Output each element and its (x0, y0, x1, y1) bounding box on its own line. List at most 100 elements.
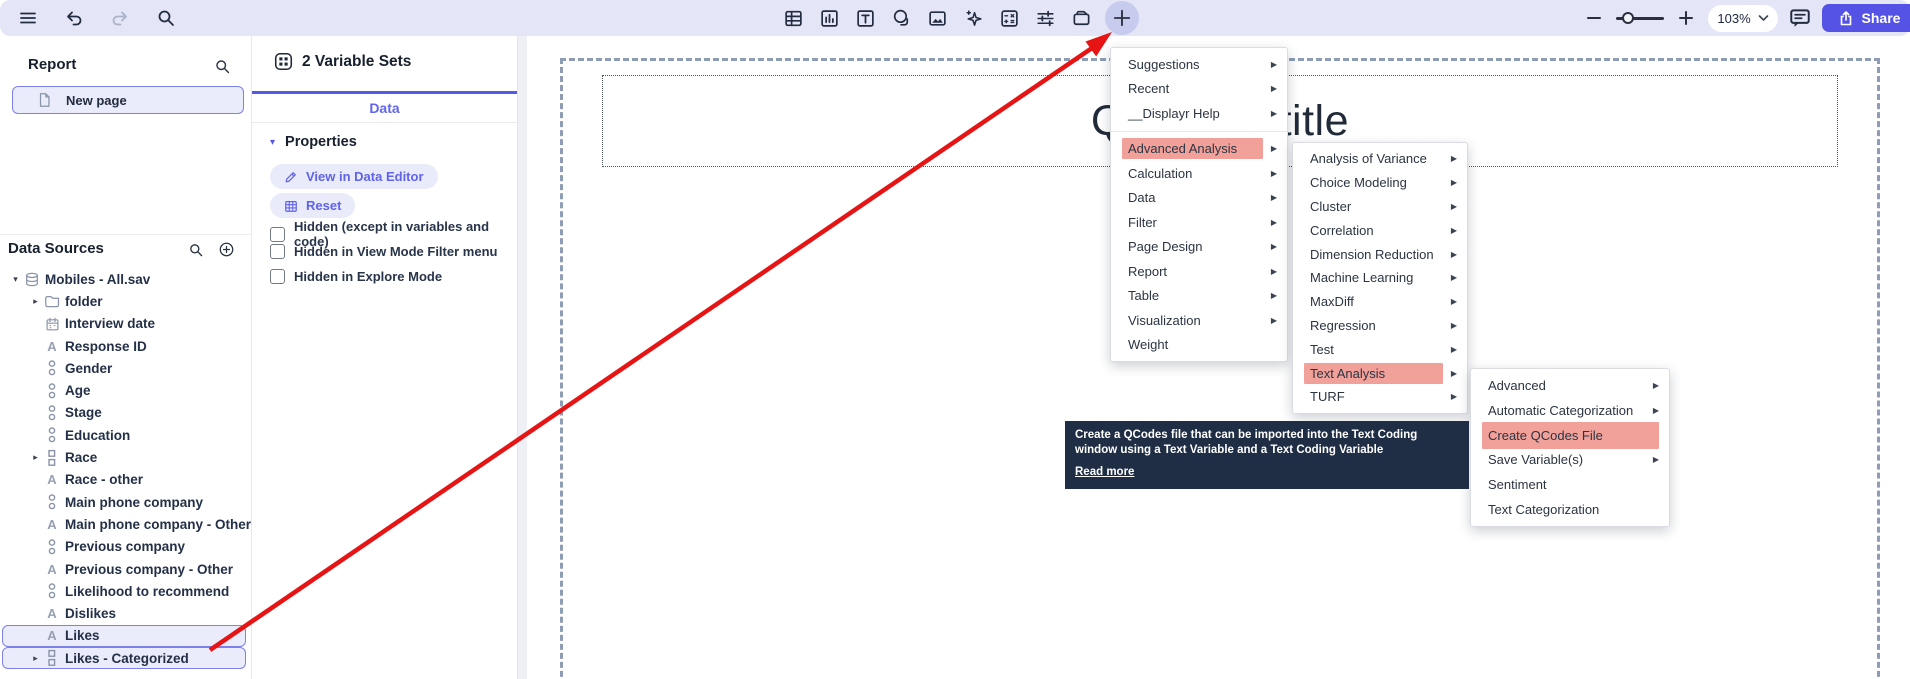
tree-item-race-other[interactable]: A Race - other (2, 469, 246, 491)
expander-right-icon[interactable]: ▸ (29, 296, 42, 307)
submenu-arrow-icon: ▶ (1270, 59, 1277, 69)
menu-item-label: Report (1128, 263, 1168, 279)
menu-item-regression[interactable]: Regression ▶ (1293, 314, 1467, 338)
tree-item-race[interactable]: ▸ Race (2, 446, 246, 468)
menu-item-machine-learning[interactable]: Machine Learning ▶ (1293, 266, 1467, 290)
tree-item-likelihood-to-recommend[interactable]: Likelihood to recommend (2, 580, 246, 602)
submenu-arrow-icon: ▶ (1270, 242, 1277, 252)
menu-item-save-variable-s[interactable]: Save Variable(s) ▶ (1471, 447, 1669, 472)
undo-icon[interactable] (62, 6, 86, 30)
menu-item-table[interactable]: Table ▶ (1111, 284, 1287, 309)
data-sources-add-icon[interactable] (218, 241, 235, 263)
tree-item-label: Gender (65, 360, 113, 376)
menu-item-filter[interactable]: Filter ▶ (1111, 210, 1287, 235)
menu-item-text-analysis[interactable]: Text Analysis ▶ (1293, 361, 1467, 385)
tree-item-dislikes[interactable]: A Dislikes (2, 602, 246, 624)
insert-table-icon[interactable] (781, 6, 805, 30)
comments-icon[interactable] (1788, 6, 1812, 30)
tree-item-label: Dislikes (65, 606, 117, 622)
menu-item-maxdiff[interactable]: MaxDiff ▶ (1293, 290, 1467, 314)
insert-text-icon[interactable] (853, 6, 877, 30)
menu-item-displayr-help[interactable]: __Displayr Help ▶ (1111, 101, 1287, 126)
menu-item-sentiment[interactable]: Sentiment (1471, 472, 1669, 497)
redo-icon[interactable] (108, 6, 132, 30)
menu-item-cluster[interactable]: Cluster ▶ (1293, 195, 1467, 219)
expander-right-icon[interactable]: ▸ (29, 452, 42, 463)
properties-label: Properties (285, 134, 357, 150)
menu-item-calculation[interactable]: Calculation ▶ (1111, 161, 1287, 186)
menu-item-suggestions[interactable]: Suggestions ▶ (1111, 52, 1287, 77)
share-button[interactable]: Share (1822, 4, 1910, 32)
hamburger-menu-icon[interactable] (16, 6, 40, 30)
view-in-data-editor-button[interactable]: View in Data Editor (270, 164, 438, 189)
calculator-icon[interactable] (997, 6, 1021, 30)
tree-item-previous-company[interactable]: Previous company (2, 536, 246, 558)
submenu-arrow-icon: ▶ (1270, 168, 1277, 178)
menu-item-data[interactable]: Data ▶ (1111, 186, 1287, 211)
tab-data[interactable]: Data (252, 100, 517, 116)
tree-item-mobiles-all-sav[interactable]: ▾ Mobiles - All.sav (2, 268, 246, 290)
add-plus-icon[interactable] (1105, 1, 1139, 35)
tree-item-stage[interactable]: Stage (2, 402, 246, 424)
menu-item-analysis-of-variance[interactable]: Analysis of Variance ▶ (1293, 147, 1467, 171)
zoom-level-dropdown[interactable]: 103% (1708, 4, 1778, 32)
zoom-slider[interactable] (1616, 11, 1664, 24)
tree-item-main-phone-company[interactable]: Main phone company (2, 491, 246, 513)
search-icon[interactable] (154, 6, 178, 30)
menu-item-label: Choice Modeling (1310, 175, 1407, 191)
menu-item-advanced-analysis[interactable]: Advanced Analysis ▶ (1111, 137, 1287, 162)
expander-right-icon[interactable]: ▸ (29, 653, 42, 664)
report-search-icon[interactable] (214, 58, 231, 80)
menu-item-visualization[interactable]: Visualization ▶ (1111, 308, 1287, 333)
checkbox-icon[interactable] (270, 226, 285, 242)
tree-item-previous-company-other[interactable]: A Previous company - Other (2, 558, 246, 580)
menu-item-dimension-reduction[interactable]: Dimension Reduction ▶ (1293, 242, 1467, 266)
menu-item-create-qcodes-file[interactable]: Create QCodes File (1471, 421, 1669, 449)
menu-item-choice-modeling[interactable]: Choice Modeling ▶ (1293, 171, 1467, 195)
menu-item-correlation[interactable]: Correlation ▶ (1293, 218, 1467, 242)
tree-item-gender[interactable]: Gender (2, 357, 246, 379)
tree-item-interview-date[interactable]: Interview date (2, 313, 246, 335)
menu-item-automatic-categorization[interactable]: Automatic Categorization ▶ (1471, 398, 1669, 423)
database-variable-icon (22, 271, 42, 288)
zoom-slider-knob[interactable] (1622, 11, 1634, 24)
properties-section-header[interactable]: ▾ Properties (270, 134, 357, 150)
filter-sliders-icon[interactable] (1033, 6, 1057, 30)
insert-chart-icon[interactable] (817, 6, 841, 30)
report-page-item-new-page[interactable]: New page (12, 86, 244, 114)
tree-item-label: Previous company - Other (65, 561, 234, 577)
expander-down-icon[interactable]: ▾ (9, 274, 22, 285)
menu-item-page-design[interactable]: Page Design ▶ (1111, 235, 1287, 260)
data-sources-search-icon[interactable] (188, 242, 204, 263)
checkbox-icon[interactable] (270, 269, 285, 284)
menu-item-text-categorization[interactable]: Text Categorization (1471, 497, 1669, 522)
reset-button[interactable]: Reset (270, 193, 356, 218)
checkbox-hidden-explore-mode[interactable]: Hidden in Explore Mode (270, 269, 442, 284)
pages-icon[interactable] (1069, 6, 1093, 30)
tree-item-main-phone-company-other[interactable]: A Main phone company - Other (2, 513, 251, 535)
checkbox-label: Hidden in Explore Mode (294, 269, 443, 284)
zoom-in-icon[interactable] (1674, 6, 1698, 30)
qcodes-tooltip: Create a QCodes file that can be importe… (1065, 421, 1469, 489)
tooltip-read-more-link[interactable]: Read more (1075, 466, 1134, 478)
menu-item-test[interactable]: Test ▶ (1293, 337, 1467, 361)
menu-item-weight[interactable]: Weight (1111, 333, 1287, 358)
tree-item-response-id[interactable]: A Response ID (2, 335, 246, 357)
tree-item-likes-categorized[interactable]: ▸ Likes - Categorized (2, 647, 246, 670)
zoom-out-icon[interactable] (1582, 6, 1606, 30)
menu-item-recent[interactable]: Recent ▶ (1111, 77, 1287, 102)
ai-sparkle-icon[interactable] (961, 6, 985, 30)
menu-item-label: Filter (1128, 214, 1157, 230)
checkbox-hidden-view-mode-filter[interactable]: Hidden in View Mode Filter menu (270, 244, 497, 259)
tree-item-likes[interactable]: A Likes (2, 624, 246, 648)
tree-item-education[interactable]: Education (2, 424, 246, 446)
tree-item-folder[interactable]: ▸ folder (2, 290, 246, 312)
tree-item-age[interactable]: Age (2, 379, 246, 401)
menu-item-report[interactable]: Report ▶ (1111, 259, 1287, 284)
menu-item-advanced[interactable]: Advanced ▶ (1471, 373, 1669, 398)
insert-image-icon[interactable] (925, 6, 949, 30)
insert-shape-icon[interactable] (889, 6, 913, 30)
menu-item-turf[interactable]: TURF ▶ (1293, 385, 1467, 409)
checkbox-icon[interactable] (270, 244, 285, 259)
submenu-arrow-icon: ▶ (1270, 266, 1277, 276)
